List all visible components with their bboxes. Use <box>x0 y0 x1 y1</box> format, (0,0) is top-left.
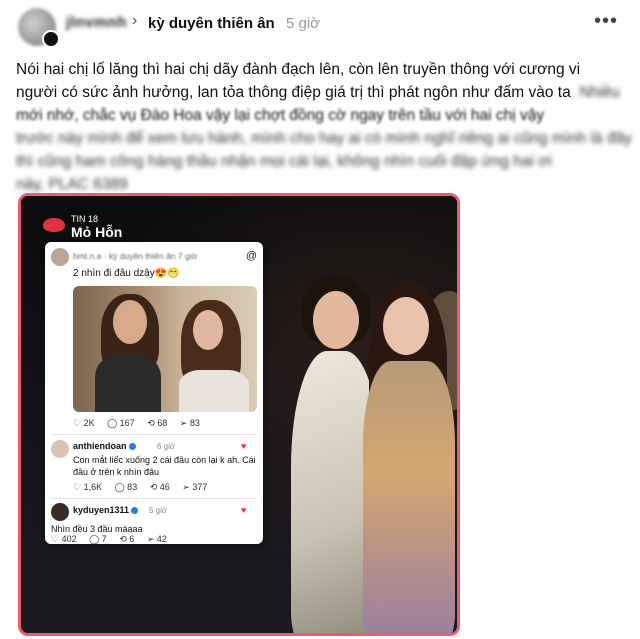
comment-text-line: Con mắt liếc xuống 2 cái đầu còn lại k a… <box>73 455 256 465</box>
comment-author-name: kyduyen1311 <box>73 505 130 515</box>
photo-body-left <box>95 356 161 412</box>
comment-stats: ♡ 1,6K ◯ 83 ⟲ 46 ➢ 377 <box>73 482 217 493</box>
chevron-right-icon: › <box>132 12 138 29</box>
comment-avatar <box>51 440 69 458</box>
model-left-face <box>313 291 359 349</box>
post-line: mới nhớ, chắc vụ Đào Hoa vậy lại chợt đồ… <box>16 104 628 127</box>
embedded-thread-card: hmt.n.a · kỳ duyên thiên ân 7 giờ @ 2 nh… <box>45 242 263 544</box>
divider <box>51 434 257 435</box>
follow-badge-icon[interactable] <box>42 30 60 48</box>
card-stats: ♡ 2K ◯ 167 ⟲ 68 ➢ 83 <box>73 418 210 429</box>
model-right-face <box>383 297 429 355</box>
repost-count: ⟲ 6 <box>119 534 135 544</box>
verified-icon <box>128 443 136 451</box>
repost-count: ⟲ 46 <box>149 482 170 492</box>
divider <box>51 498 257 499</box>
lips-icon <box>43 218 65 232</box>
comment-text-line: đầu ở trên k nhìn đâu <box>73 467 159 477</box>
media-logo: TIN 18 Mỏ Hỗn <box>43 214 133 244</box>
post-line: Nói hai chị lố lăng thì hai chị dãy đành… <box>16 61 581 78</box>
post-line-text: người có sức ảnh hưởng, lan tỏa thông đi… <box>16 84 571 101</box>
heart-icon: ♥ <box>241 441 247 451</box>
photo-face-left <box>113 300 147 344</box>
card-photo <box>73 286 257 412</box>
comment-author: anthiendoan <box>73 441 136 451</box>
topic-tag[interactable]: kỳ duyên thiên ân <box>148 15 275 32</box>
comment-author-name: anthiendoan <box>73 441 127 451</box>
share-count: ➢ 42 <box>146 534 167 544</box>
card-header: hmt.n.a · kỳ duyên thiên ân 7 giờ @ <box>51 248 257 268</box>
post-line-blurred: trước này mình để xem lưu hành, mình cho… <box>16 130 632 147</box>
card-meta: hmt.n.a · kỳ duyên thiên ân 7 giờ <box>73 251 198 261</box>
reply-count: ◯ 7 <box>89 534 107 544</box>
comment-text: Con mắt liếc xuống 2 cái đầu còn lại k a… <box>73 454 256 478</box>
threads-logo-icon: @ <box>245 250 257 262</box>
model-right-dress <box>363 361 455 633</box>
comment-stats: ♡ 402 ◯ 7 ⟲ 6 ➢ 42 <box>51 534 177 545</box>
verified-icon <box>131 507 139 515</box>
post-time: 5 giờ <box>286 15 321 32</box>
comment-avatar <box>51 503 69 521</box>
photo-body-right <box>179 370 249 412</box>
share-count: ➢ 377 <box>182 482 208 492</box>
share-count: ➢ 83 <box>179 418 200 428</box>
models-photo <box>271 251 457 633</box>
comment-time: 5 giờ <box>149 506 168 515</box>
post-header: jlnvmnh › kỳ duyên thiên ân 5 giờ ••• <box>0 0 640 52</box>
logo-text: TIN 18 Mỏ Hỗn <box>71 214 122 240</box>
comment-time: 6 giờ <box>157 442 176 451</box>
card-caption: 2 nhìn đi đâu dzậy😍😁 <box>73 268 180 279</box>
like-count: ♡ 402 <box>51 534 77 544</box>
like-count: ♡ 2K <box>73 418 95 428</box>
card-avatar <box>51 248 69 266</box>
repost-count: ⟲ 68 <box>147 418 168 428</box>
post-body: Nói hai chị lố lăng thì hai chị dãy đành… <box>16 58 632 196</box>
reply-count: ◯ 167 <box>107 418 135 428</box>
reply-count: ◯ 83 <box>114 482 138 492</box>
post-line-blurred: thì cũng ham công hàng thầu nhận mọi cái… <box>16 153 552 170</box>
like-count: ♡ 1,6K <box>73 482 103 492</box>
logo-title: Mỏ Hỗn <box>71 224 123 240</box>
post-line: người có sức ảnh hưởng, lan tỏa thông đi… <box>16 81 628 104</box>
logo-small: TIN 18 <box>71 214 99 224</box>
post-line-blurred: . Nhiều <box>570 84 620 101</box>
post-line-text: mới nhớ, chắc vụ Đào Hoa vậy lại chợt đồ… <box>16 107 545 124</box>
more-options-icon[interactable]: ••• <box>594 10 618 33</box>
photo-face-right <box>193 310 223 350</box>
comment-author: kyduyen1311 <box>73 505 139 515</box>
username[interactable]: jlnvmnh <box>66 14 127 31</box>
post-image[interactable]: TIN 18 Mỏ Hỗn hmt.n.a · kỳ duyên thiên â… <box>18 193 460 636</box>
heart-icon: ♥ <box>241 505 247 515</box>
